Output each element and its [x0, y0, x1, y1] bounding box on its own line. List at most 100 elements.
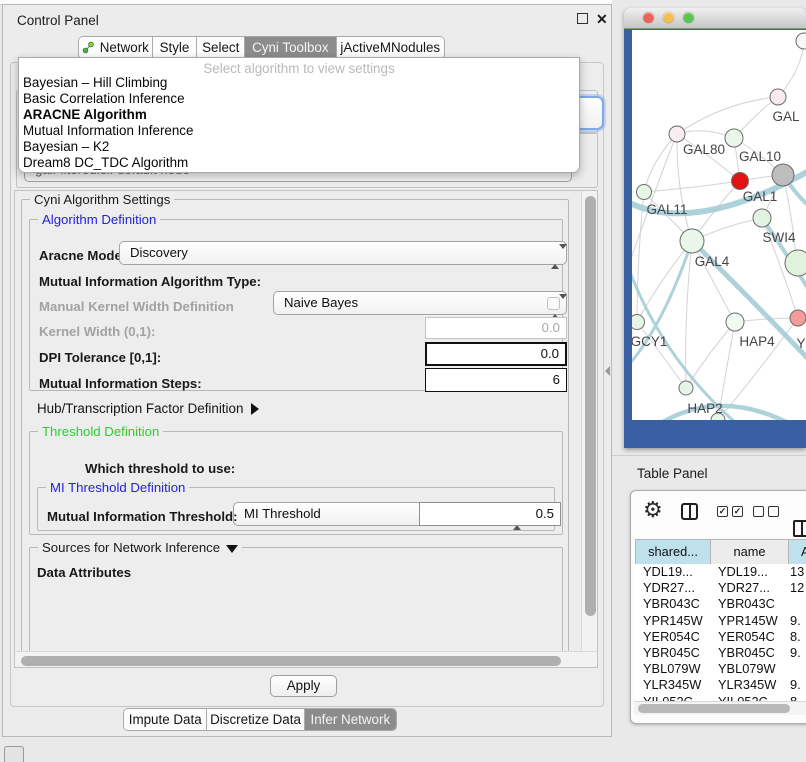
network-node-hap2[interactable] [679, 381, 693, 395]
column-header[interactable]: name [711, 540, 789, 564]
network-node-gal80[interactable] [669, 126, 685, 142]
settings-hscrollbar-track[interactable] [15, 651, 598, 668]
bottom-tab-impute-data[interactable]: Impute Data [124, 709, 207, 730]
close-icon[interactable]: ✕ [596, 12, 608, 26]
table-row[interactable]: YBR043CYBR043C [635, 596, 806, 612]
algorithm-option[interactable]: Bayesian – Hill Climbing [19, 75, 579, 91]
table-cell: YDL19... [635, 564, 710, 580]
dpi-tolerance-field[interactable]: 0.0 [425, 342, 567, 366]
minimize-light-icon[interactable] [663, 12, 674, 23]
network-node-gal1[interactable] [732, 173, 749, 190]
table-row[interactable]: YPR145WYPR145W9. [635, 613, 806, 629]
table-cell: YLR345W [635, 677, 710, 693]
algorithm-option[interactable]: Basic Correlation Inference [19, 91, 579, 107]
table-cell: YPR145W [710, 613, 788, 629]
bottom-tab-label: Impute Data [129, 712, 202, 727]
table-cell: YBR045C [710, 645, 788, 661]
tab-style[interactable]: Style [153, 37, 198, 58]
table-row[interactable]: YDL19...YDL19...13 [635, 564, 806, 580]
float-icon[interactable] [577, 13, 588, 24]
collapsed-panel-icon[interactable] [4, 746, 24, 762]
panel-title: Control Panel [17, 13, 99, 28]
bottom-tab-label: Infer Network [311, 712, 391, 727]
algorithm-option[interactable]: ARACNE Algorithm [19, 107, 579, 123]
table-hscrollbar-thumb[interactable] [638, 704, 790, 713]
network-node[interactable] [785, 250, 806, 276]
settings-hscrollbar-thumb[interactable] [21, 656, 561, 666]
which-threshold-label: Which threshold to use: [85, 461, 235, 476]
table-row[interactable]: YDR27...YDR27...12 [635, 580, 806, 596]
table-panel-title: Table Panel [637, 466, 708, 481]
network-node-hap4[interactable] [726, 313, 744, 331]
node-label: GCY1 [632, 334, 667, 349]
network-node-gal[interactable] [770, 89, 786, 105]
tab-label: Select [202, 40, 239, 55]
table-row[interactable]: YBL079WYBL079W [635, 661, 806, 677]
table-cell: YBL079W [635, 661, 710, 677]
tab-jactivemnodules[interactable]: jActiveMNodules [337, 37, 444, 58]
settings-vscrollbar-track[interactable] [581, 191, 598, 651]
network-node-gal10[interactable] [725, 129, 743, 147]
mi-threshold-field[interactable]: 0.5 [419, 502, 561, 526]
new-table-icon[interactable] [793, 520, 806, 537]
table-cell: YBL079W [710, 661, 788, 677]
hub-definition-toggle[interactable]: Hub/Transcription Factor Definition [37, 401, 259, 416]
table-window: ⚙ ✓✓ shared...nameA YDL19...YDL19...13YD… [630, 490, 806, 724]
aracne-mode-combobox[interactable]: Discovery [119, 241, 567, 265]
columns-icon[interactable] [681, 503, 698, 520]
kernel-width-field[interactable]: 0.0 [425, 317, 567, 339]
mi-threshold-label: Mutual Information Threshold: [47, 509, 237, 524]
table-cell: YDR27... [710, 580, 788, 596]
node-label: Y [796, 336, 805, 351]
node-label: GAL [772, 109, 800, 124]
tab-cyni-toolbox[interactable]: Cyni Toolbox [245, 37, 337, 58]
network-node-y[interactable] [790, 310, 806, 326]
network-graph[interactable]: GALGAL80GAL10GAL1GAL11SWI4GAL4GCY1HAP4YH… [632, 30, 806, 420]
mi-threshold-group-title: MI Threshold Definition [46, 480, 189, 495]
tab-network[interactable]: Network [79, 37, 153, 58]
table-row[interactable]: YLR345WYLR345W9. [635, 677, 806, 693]
cyni-bottom-tabbar: Impute Data Discretize Data Infer Network [123, 708, 397, 731]
table-cell: YLR345W [710, 677, 788, 693]
bottom-tab-discretize-data[interactable]: Discretize Data [207, 709, 304, 730]
table-row[interactable]: YBR045CYBR045C9. [635, 645, 806, 661]
zoom-light-icon[interactable] [683, 12, 694, 23]
mi-steps-field[interactable]: 6 [425, 368, 567, 392]
apply-button[interactable]: Apply [270, 675, 337, 697]
settings-vscrollbar-thumb[interactable] [585, 196, 596, 616]
network-node-gcy1[interactable] [632, 315, 645, 330]
algorithm-option[interactable]: Dream8 DC_TDC Algorithm [19, 155, 579, 171]
table-cell: YER054C [635, 629, 710, 645]
table-cell: 9. [788, 645, 806, 661]
tab-select[interactable]: Select [197, 37, 245, 58]
deselect-all-checkboxes-icon[interactable] [753, 506, 779, 517]
table-row[interactable]: YER054CYER054C8. [635, 629, 806, 645]
manual-kernel-checkbox[interactable] [547, 297, 560, 310]
algorithm-popup: Select algorithm to view settings Bayesi… [18, 57, 580, 173]
mi-type-combobox[interactable]: Naive Bayes [273, 291, 567, 315]
tab-label: Network [100, 40, 149, 55]
gear-icon[interactable]: ⚙ [643, 499, 663, 521]
algorithm-option[interactable]: Mutual Information Inference [19, 123, 579, 139]
network-node-gal4[interactable] [680, 229, 704, 253]
tab-label: Cyni Toolbox [252, 40, 328, 55]
table-hscrollbar-track[interactable] [634, 701, 806, 715]
column-header[interactable]: A [789, 540, 806, 564]
close-light-icon[interactable] [643, 12, 654, 23]
table-cell: YBR043C [635, 596, 710, 612]
algorithm-option[interactable]: Bayesian – K2 [19, 139, 579, 155]
network-node-swi4[interactable] [753, 209, 771, 227]
network-canvas[interactable]: GALGAL80GAL10GAL1GAL11SWI4GAL4GCY1HAP4YH… [632, 30, 806, 420]
table-cell: 13 [788, 564, 806, 580]
column-header[interactable]: shared... [636, 540, 711, 564]
bottom-tab-infer-network[interactable]: Infer Network [305, 709, 396, 730]
network-node[interactable] [796, 33, 806, 49]
node-label: GAL1 [743, 189, 778, 204]
select-all-checkboxes-icon[interactable]: ✓✓ [717, 506, 743, 517]
network-node-gal11[interactable] [637, 185, 652, 200]
table-cell: YDR27... [635, 580, 710, 596]
table-header: shared...nameA [635, 539, 806, 565]
network-window-titlebar[interactable] [624, 8, 806, 29]
network-node[interactable] [772, 164, 794, 186]
panel-divider-handle[interactable] [605, 366, 610, 376]
